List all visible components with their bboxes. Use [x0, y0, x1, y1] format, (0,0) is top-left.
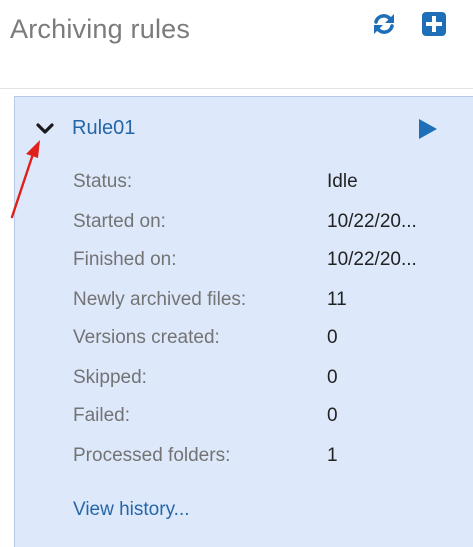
processed-folders-row: Processed folders: 1: [73, 445, 463, 475]
field-value: 0: [327, 405, 338, 426]
versions-created-row: Versions created: 0: [73, 327, 463, 357]
field-label: Newly archived files:: [73, 289, 247, 310]
rule-name-link[interactable]: Rule01: [72, 117, 135, 140]
field-label: Finished on:: [73, 249, 177, 270]
failed-row: Failed: 0: [73, 405, 463, 435]
field-value: Idle: [327, 171, 358, 192]
field-value: 10/22/20...: [327, 211, 417, 232]
add-rule-button[interactable]: [420, 10, 448, 38]
field-label: Status:: [73, 171, 133, 192]
field-label: Processed folders:: [73, 445, 231, 466]
newly-archived-files-row: Newly archived files: 11: [73, 289, 463, 319]
field-label: Started on:: [73, 211, 166, 232]
field-value: 11: [327, 289, 347, 310]
field-label: Failed:: [73, 405, 131, 426]
skipped-row: Skipped: 0: [73, 367, 463, 397]
annotation-arrow: [10, 140, 40, 219]
add-icon: [422, 12, 446, 36]
field-label: Skipped:: [73, 367, 147, 388]
view-history-link[interactable]: View history...: [73, 499, 190, 521]
refresh-button[interactable]: [370, 10, 398, 38]
refresh-icon: [374, 14, 394, 34]
panel-header: Archiving rules: [0, 0, 473, 89]
field-value: 0: [327, 327, 338, 348]
panel-title: Archiving rules: [10, 14, 191, 44]
rule-card: Rule01 Status: Idle Started on: 10/22/20…: [14, 96, 473, 547]
status-row: Status: Idle: [73, 171, 463, 201]
field-value: 10/22/20...: [327, 249, 417, 270]
field-label: Versions created:: [73, 327, 220, 348]
field-value: 0: [327, 367, 338, 388]
play-icon: [419, 119, 437, 139]
run-rule-button[interactable]: [415, 117, 439, 141]
field-value: 1: [327, 445, 338, 466]
finished-on-row: Finished on: 10/22/20...: [73, 249, 463, 279]
started-on-row: Started on: 10/22/20...: [73, 211, 463, 241]
